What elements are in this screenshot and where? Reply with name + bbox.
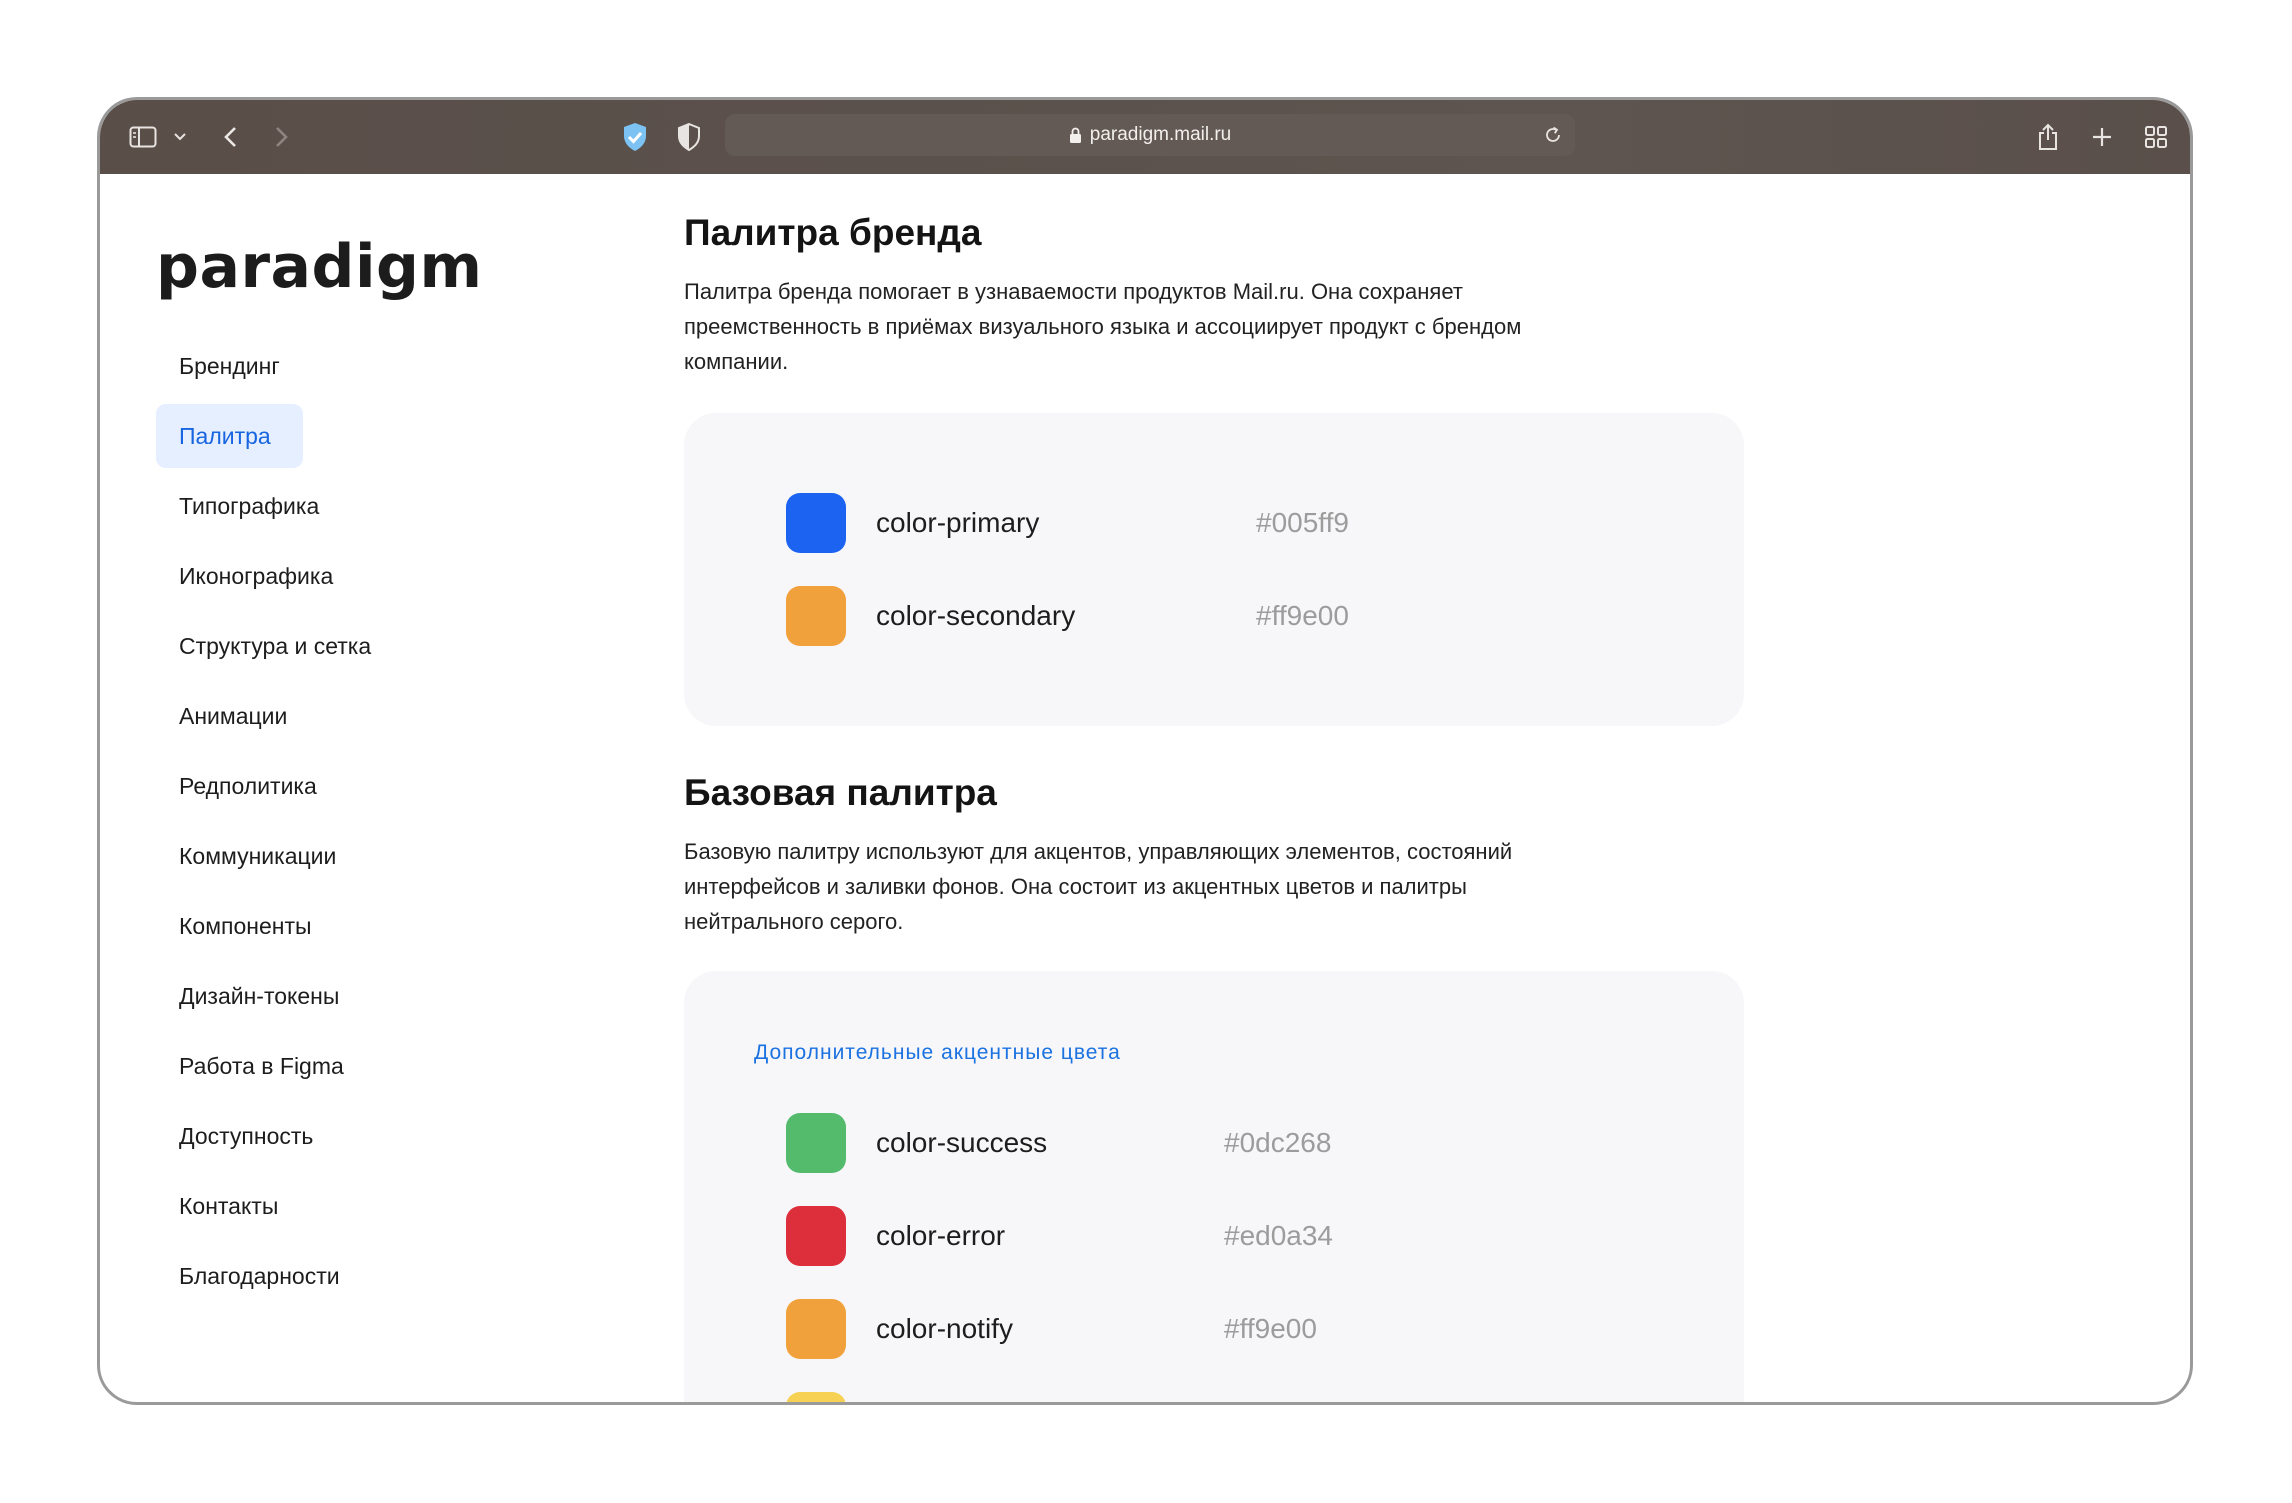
color-token-name: color-notify xyxy=(876,1313,1013,1344)
color-row: color-success xyxy=(786,1113,1047,1173)
url-text: paradigm.mail.ru xyxy=(1089,124,1232,145)
tab-overview-icon[interactable] xyxy=(2142,100,2170,174)
color-hex-value: #005ff9 xyxy=(1256,507,1349,538)
chevron-down-icon[interactable] xyxy=(170,100,190,174)
brand-palette-card: color-primary #005ff9 color-secondary #f… xyxy=(684,413,1744,726)
sidebar-nav: Брендинг Палитра Типографика Иконографика Ст… xyxy=(156,334,456,1314)
new-tab-icon[interactable] xyxy=(2089,100,2115,174)
color-swatch xyxy=(786,1206,846,1266)
sidebar-item[interactable]: Брендинг xyxy=(156,334,456,398)
brand-palette-title: Палитра бренда xyxy=(684,212,982,253)
color-swatch xyxy=(786,493,846,553)
sidebar-item[interactable]: Иконографика xyxy=(156,544,456,608)
color-token-name: color-secondary xyxy=(876,600,1076,631)
lock-icon xyxy=(1069,127,1082,144)
color-hex-value: #ff9e00 xyxy=(1224,1313,1317,1344)
color-swatch xyxy=(786,586,846,646)
color-hex-value: #ff9e00 xyxy=(1256,600,1349,631)
privacy-shield-icon[interactable] xyxy=(674,100,704,174)
share-icon[interactable] xyxy=(2035,100,2061,174)
color-row: color-secondary xyxy=(786,586,1075,646)
base-palette-title: Базовая палитра xyxy=(684,772,997,813)
browser-toolbar: paradigm.mail.ru xyxy=(100,100,2190,174)
color-token-name: color-error xyxy=(876,1220,1006,1251)
sidebar-item[interactable]: Коммуникации xyxy=(156,824,456,888)
sidebar-item[interactable]: Анимации xyxy=(156,684,456,748)
sidebar-icon[interactable] xyxy=(126,100,160,174)
color-row: color-error xyxy=(786,1206,1005,1266)
shield-check-icon[interactable] xyxy=(620,100,650,174)
color-token-name: color-success xyxy=(876,1127,1048,1158)
sidebar-item[interactable]: Доступность xyxy=(156,1104,456,1168)
sidebar-item[interactable]: Работа в Figma xyxy=(156,1034,456,1098)
reload-icon[interactable] xyxy=(1543,114,1563,156)
sidebar-item[interactable]: Типографика xyxy=(156,474,456,538)
back-icon[interactable] xyxy=(218,100,242,174)
address-bar[interactable]: paradigm.mail.ru xyxy=(725,114,1575,156)
color-row: color-primary xyxy=(786,493,1039,553)
color-row: color-notify xyxy=(786,1299,1013,1359)
sidebar-item[interactable]: Структура и сетка xyxy=(156,614,456,678)
color-swatch xyxy=(786,1113,846,1173)
accent-colors-subheading: Дополнительные акцентные цвета xyxy=(754,1041,1121,1064)
base-palette-description: Базовую палитру используют для акцентов,… xyxy=(684,839,1513,934)
page-content: paradigm Брендинг Палитра Типографика Иконо… xyxy=(100,174,2190,1402)
sidebar-item[interactable]: Благодарности xyxy=(156,1244,456,1308)
site-logo[interactable]: paradigm xyxy=(156,232,483,302)
sidebar-item[interactable]: Контакты xyxy=(156,1174,456,1238)
sidebar-item[interactable]: Компоненты xyxy=(156,894,456,958)
sidebar-item[interactable]: Дизайн-токены xyxy=(156,964,456,1028)
color-swatch xyxy=(786,1299,846,1359)
base-palette-card: Дополнительные акцентные цвета color-suc… xyxy=(684,971,1744,1402)
color-hex-value: #ed0a34 xyxy=(1224,1220,1334,1251)
color-swatch xyxy=(786,1392,846,1402)
color-row xyxy=(786,1392,876,1402)
forward-icon[interactable] xyxy=(270,100,294,174)
sidebar-item[interactable]: Редполитика xyxy=(156,754,456,818)
browser-window: paradigm.mail.ru paradigm Брендинг Палитр… xyxy=(97,97,2193,1405)
sidebar-item[interactable]: Палитра xyxy=(156,404,303,468)
color-token-name: color-primary xyxy=(876,507,1040,538)
color-hex-value: #0dc268 xyxy=(1224,1127,1332,1158)
brand-palette-description: Палитра бренда помогает в узнаваемости п… xyxy=(684,279,1522,374)
